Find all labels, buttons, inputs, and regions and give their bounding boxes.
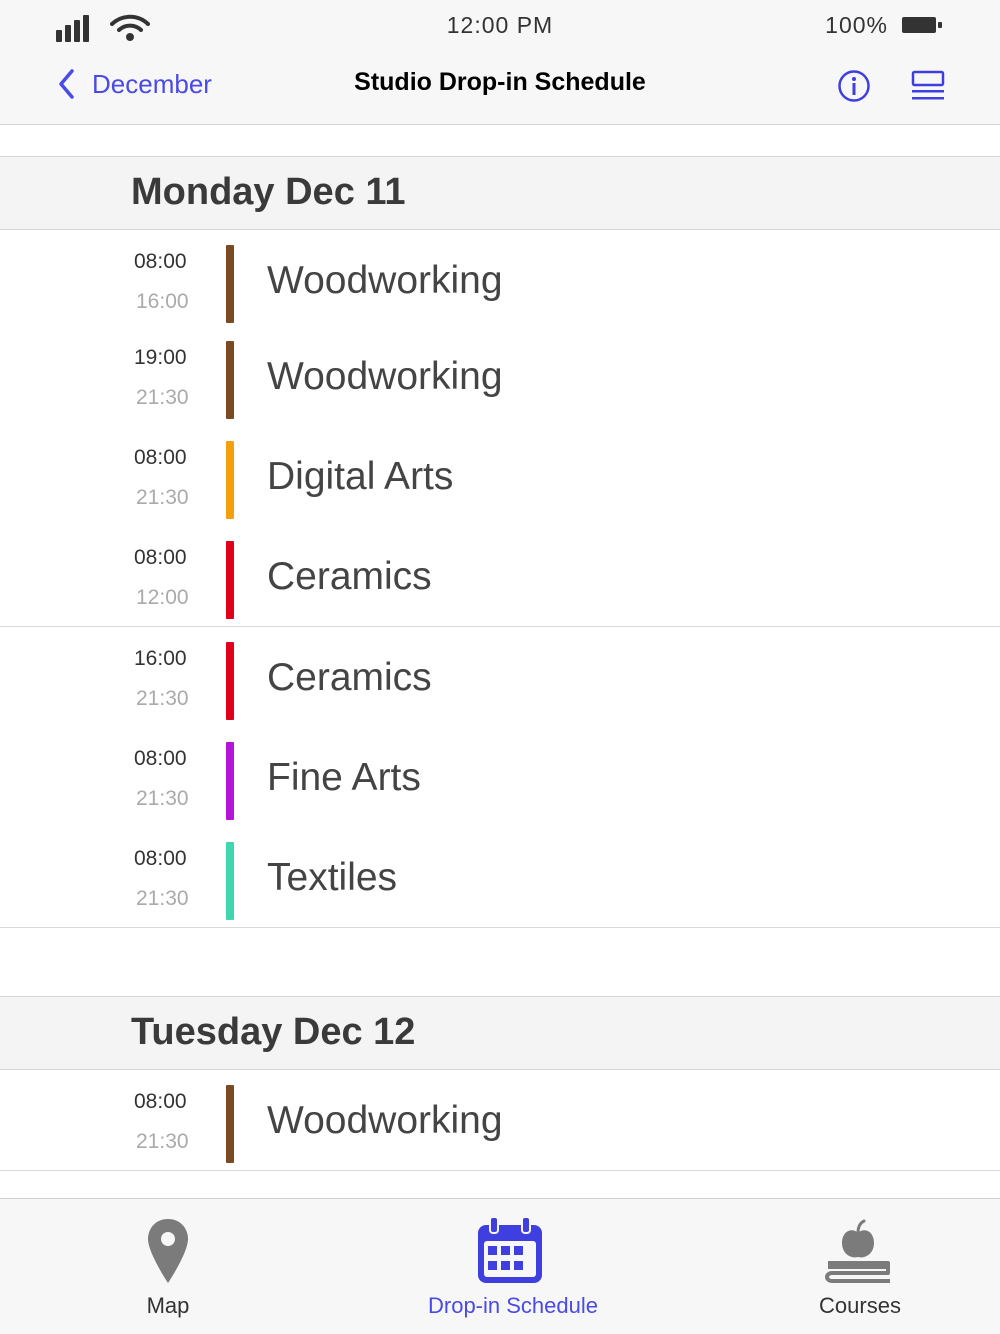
- session-end-time: 21:30: [136, 787, 189, 810]
- tab-courses[interactable]: Courses: [780, 1199, 940, 1334]
- session-start-time: 08:00: [134, 747, 187, 770]
- session-end-time: 21:30: [136, 486, 189, 509]
- session-end-time: 21:30: [136, 386, 189, 409]
- map-pin-icon: [148, 1219, 188, 1283]
- session-course-name: Fine Arts: [267, 756, 421, 799]
- session-start-time: 08:00: [134, 847, 187, 870]
- battery-icon: [902, 17, 942, 33]
- course-color-bar: [226, 441, 234, 519]
- session-course-name: Woodworking: [267, 259, 503, 302]
- tab-map[interactable]: Map: [88, 1199, 248, 1334]
- session-start-time: 08:00: [134, 546, 187, 569]
- navigation-bar: December Studio Drop-in Schedule: [0, 52, 1000, 124]
- tab-label: Map: [146, 1293, 190, 1318]
- session-row[interactable]: 19:00 21:30 Woodworking: [0, 326, 1000, 427]
- info-icon[interactable]: [837, 69, 871, 103]
- session-course-name: Woodworking: [267, 1099, 503, 1142]
- session-course-name: Digital Arts: [267, 455, 454, 498]
- day-header: Monday Dec 11: [0, 156, 1000, 230]
- session-start-time: 16:00: [134, 647, 187, 670]
- tab-label: Drop-in Schedule: [428, 1293, 598, 1318]
- battery-percentage: 100%: [825, 12, 888, 38]
- session-course-name: Ceramics: [267, 656, 432, 699]
- header: 12:00 PM 100% December Studio Drop-in Sc…: [0, 0, 1000, 125]
- day-title: Monday Dec 11: [131, 171, 406, 213]
- session-end-time: 21:30: [136, 1130, 189, 1153]
- apple-books-icon: [825, 1219, 890, 1283]
- session-row[interactable]: 16:00 21:30 Ceramics: [0, 627, 1000, 728]
- session-row[interactable]: 08:00 21:30 Textiles: [0, 827, 1000, 928]
- course-color-bar: [226, 742, 234, 820]
- calendar-icon: [478, 1217, 542, 1283]
- session-end-time: 21:30: [136, 687, 189, 710]
- course-color-bar: [226, 842, 234, 920]
- day-header: Tuesday Dec 12: [0, 996, 1000, 1070]
- session-start-time: 08:00: [134, 1090, 187, 1113]
- day-title: Tuesday Dec 12: [131, 1011, 416, 1053]
- session-course-name: Woodworking: [267, 355, 503, 398]
- tab-bar: Map Drop-in Schedule Courses: [0, 1198, 1000, 1334]
- course-color-bar: [226, 245, 234, 323]
- session-end-time: 16:00: [136, 290, 189, 313]
- course-color-bar: [226, 541, 234, 619]
- course-color-bar: [226, 1085, 234, 1163]
- session-end-time: 21:30: [136, 887, 189, 910]
- session-course-name: Textiles: [267, 856, 398, 899]
- course-color-bar: [226, 642, 234, 720]
- session-row[interactable]: 08:00 21:30 Woodworking: [0, 1070, 1000, 1171]
- session-start-time: 08:00: [134, 446, 187, 469]
- course-color-bar: [226, 341, 234, 419]
- tab-label: Courses: [819, 1293, 901, 1318]
- session-row[interactable]: 08:00 21:30 Fine Arts: [0, 727, 1000, 828]
- status-bar: 12:00 PM 100%: [0, 0, 1000, 52]
- session-start-time: 08:00: [134, 250, 187, 273]
- session-row[interactable]: 08:00 12:00 Ceramics: [0, 526, 1000, 627]
- session-end-time: 12:00: [136, 586, 189, 609]
- session-start-time: 19:00: [134, 346, 187, 369]
- session-course-name: Ceramics: [267, 555, 432, 598]
- session-row[interactable]: 08:00 21:30 Digital Arts: [0, 426, 1000, 527]
- list-view-icon[interactable]: [910, 70, 946, 102]
- session-row[interactable]: 08:00 16:00 Woodworking: [0, 230, 1000, 331]
- tab-drop-in-schedule[interactable]: Drop-in Schedule: [400, 1199, 626, 1334]
